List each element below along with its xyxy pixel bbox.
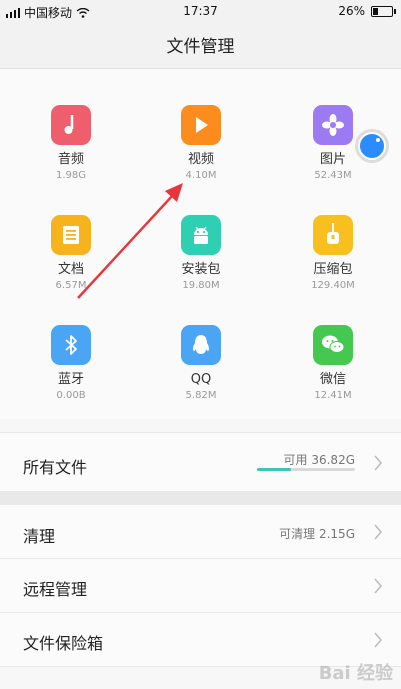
chevron-right-icon (374, 632, 382, 648)
assist-dot-icon (358, 132, 386, 160)
file-manager-screen: 中国移动 17:37 26% 文件管理 音频 1.98G 视频 4.10M 图片… (0, 0, 401, 689)
cleanable-space-text: 可清理 2.15G (279, 527, 355, 541)
section-gap (0, 491, 401, 505)
clean-label: 清理 (23, 527, 56, 546)
floating-assist-button[interactable] (355, 129, 389, 163)
remote-management-label: 远程管理 (23, 580, 88, 599)
clean-row[interactable]: 清理 可清理 2.15G (0, 505, 401, 558)
available-space-text: 可用 36.82G (283, 453, 355, 467)
remote-management-row[interactable]: 远程管理 (0, 559, 401, 612)
storage-usage-bar (257, 468, 355, 471)
storage-usage-fill (257, 468, 292, 471)
all-files-row[interactable]: 所有文件 可用 36.82G (0, 433, 401, 491)
watermark-logo: Bai 经验 (318, 663, 393, 684)
chevron-right-icon (374, 524, 382, 540)
all-files-label: 所有文件 (23, 458, 88, 477)
file-vault-label: 文件保险箱 (23, 634, 104, 653)
chevron-right-icon (374, 578, 382, 594)
chevron-right-icon (374, 455, 382, 471)
